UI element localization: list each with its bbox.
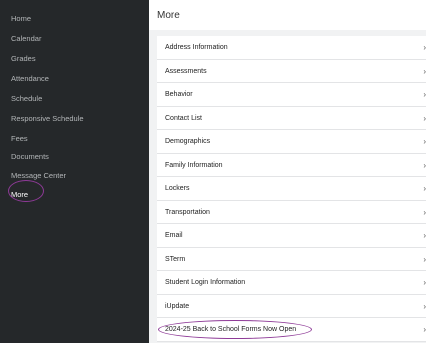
list-item-label: Family Information xyxy=(165,161,223,169)
sidebar-item-attendance[interactable]: Attendance xyxy=(11,74,49,83)
more-list: Address Information › Assessments › Beha… xyxy=(157,36,426,342)
list-item-back-to-school-forms[interactable]: 2024-25 Back to School Forms Now Open › xyxy=(157,318,426,342)
list-item-label: Email xyxy=(165,232,183,239)
highlight-oval xyxy=(158,320,312,339)
list-item-transportation[interactable]: Transportation › xyxy=(157,201,426,224)
sidebar-item-home[interactable]: Home xyxy=(11,14,31,23)
main-content: More Address Information › Assessments ›… xyxy=(149,0,426,343)
list-item-label: Behavior xyxy=(165,91,193,98)
list-item-sterm[interactable]: STerm › xyxy=(157,248,426,271)
list-item-address-information[interactable]: Address Information › xyxy=(157,36,426,60)
list-item-contact-list[interactable]: Contact List › xyxy=(157,107,426,130)
list-item-lockers[interactable]: Lockers › xyxy=(157,177,426,201)
list-item-family-information[interactable]: Family Information › xyxy=(157,154,426,177)
page-header: More xyxy=(149,0,426,30)
list-item-label: STerm xyxy=(165,255,186,263)
sidebar-item-documents[interactable]: Documents xyxy=(11,152,49,161)
list-item-label: Lockers xyxy=(165,185,190,192)
sidebar-item-fees[interactable]: Fees xyxy=(11,134,28,143)
highlight-circle xyxy=(8,180,44,202)
list-item-label: Demographics xyxy=(165,138,211,145)
list-item-behavior[interactable]: Behavior › xyxy=(157,83,426,107)
list-item-label: Student Login Information xyxy=(165,279,246,286)
list-item-student-login-information[interactable]: Student Login Information › xyxy=(157,271,426,295)
sidebar-item-message-center[interactable]: Message Center xyxy=(11,171,66,180)
sidebar-item-grades[interactable]: Grades xyxy=(11,54,36,63)
list-item-assessments[interactable]: Assessments › xyxy=(157,60,426,83)
sidebar-item-schedule[interactable]: Schedule xyxy=(11,94,42,103)
sidebar-item-responsive-schedule[interactable]: Responsive Schedule xyxy=(11,114,84,123)
sidebar-item-calendar[interactable]: Calendar xyxy=(11,34,41,43)
sidebar-nav: Home Calendar Grades Attendance Schedule… xyxy=(0,0,149,343)
page-title: More xyxy=(157,10,180,21)
list-item-label: iUpdate xyxy=(165,302,190,310)
list-item-label: Address Information xyxy=(165,44,228,51)
list-item-label: Contact List xyxy=(165,114,202,122)
list-item-email[interactable]: Email › xyxy=(157,224,426,248)
list-item-label: Transportation xyxy=(165,208,210,216)
list-item-iupdate[interactable]: iUpdate › xyxy=(157,295,426,318)
list-item-demographics[interactable]: Demographics › xyxy=(157,130,426,154)
list-item-label: Assessments xyxy=(165,67,207,75)
